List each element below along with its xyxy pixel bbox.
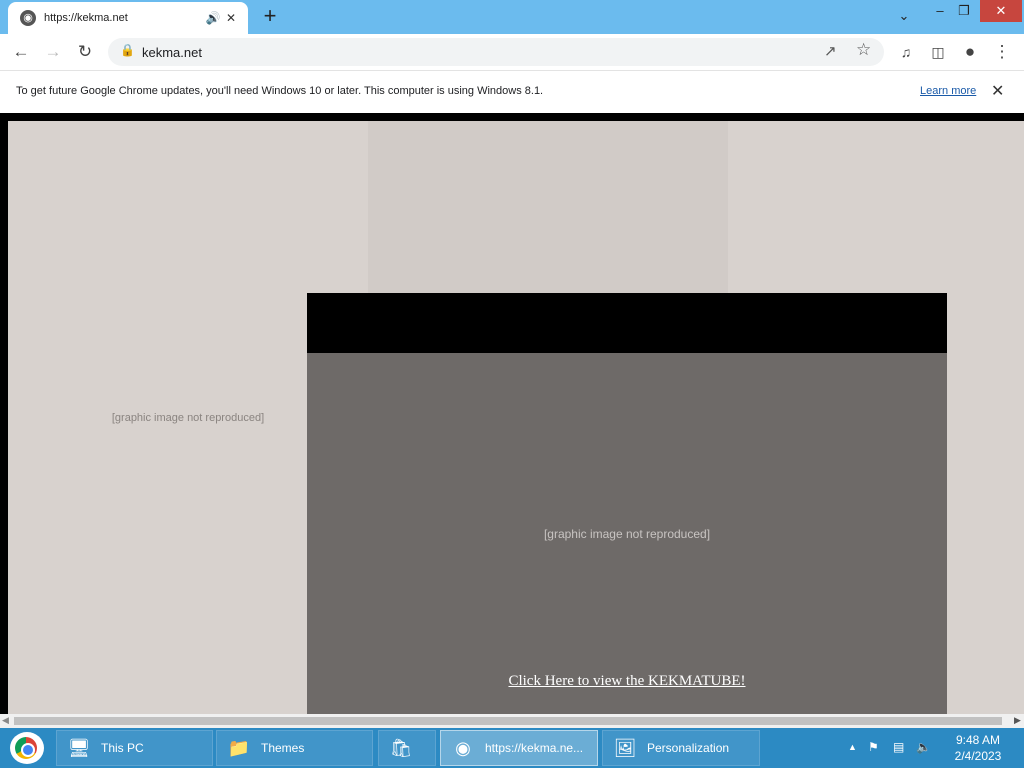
store-icon: 🛍 bbox=[389, 738, 413, 758]
scroll-left-icon[interactable]: ◀ bbox=[2, 715, 9, 726]
taskbar-item-chrome[interactable]: ◉ https://kekma.ne... bbox=[440, 730, 598, 766]
start-chrome-icon[interactable] bbox=[10, 732, 44, 764]
tab-search-chevron-icon[interactable]: ⌄ bbox=[892, 5, 916, 27]
restore-button[interactable]: ❐ bbox=[952, 0, 976, 22]
scrollbar-thumb[interactable] bbox=[14, 717, 1002, 725]
title-bar: ◉ https://kekma.net 🔊 ✕ + ⌄ – ❐ ✕ bbox=[0, 0, 1024, 34]
media-control-icon[interactable]: ♫ bbox=[893, 40, 919, 64]
monitor-icon: 🖥 bbox=[67, 738, 91, 758]
scroll-right-icon[interactable]: ▶ bbox=[1014, 715, 1021, 726]
taskbar-item-this-pc[interactable]: 🖥 This PC bbox=[56, 730, 213, 766]
placeholder-note: [graphic image not reproduced] bbox=[543, 526, 711, 541]
minimize-button[interactable]: – bbox=[928, 0, 952, 22]
bookmark-star-icon[interactable]: ☆ bbox=[856, 40, 871, 60]
update-info-bar: To get future Google Chrome updates, you… bbox=[0, 70, 1024, 113]
system-clock[interactable]: 9:48 AM 2/4/2023 bbox=[944, 732, 1012, 764]
taskbar-item-themes[interactable]: 📁 Themes bbox=[216, 730, 373, 766]
network-icon[interactable]: ▤ bbox=[893, 740, 904, 754]
window-close-button[interactable]: ✕ bbox=[980, 0, 1022, 22]
speaker-icon[interactable]: 🔊 bbox=[204, 11, 222, 25]
horizontal-scrollbar[interactable]: ◀ ▶ bbox=[0, 714, 1024, 728]
clock-time: 9:48 AM bbox=[955, 733, 1001, 747]
taskbar-item-personalization[interactable]: 🖼 Personalization bbox=[602, 730, 760, 766]
tab-close-icon[interactable]: ✕ bbox=[222, 11, 240, 25]
folder-icon: 📁 bbox=[227, 738, 251, 758]
chrome-icon: ◉ bbox=[455, 738, 471, 758]
globe-icon: ◉ bbox=[20, 10, 36, 26]
taskbar-item-label: https://kekma.ne... bbox=[485, 741, 584, 755]
new-tab-button[interactable]: + bbox=[258, 4, 282, 28]
taskbar-item-label: This PC bbox=[101, 741, 144, 755]
taskbar: 🖥 This PC 📁 Themes 🛍 ◉ https://kekma.ne.… bbox=[0, 728, 1024, 768]
volume-icon[interactable]: 🔈 bbox=[916, 740, 931, 754]
overlay-popup[interactable]: [graphic image not reproduced] Click Her… bbox=[307, 293, 947, 714]
address-bar[interactable]: 🔒 kekma.net ↗ ☆ bbox=[108, 38, 884, 66]
action-center-flag-icon[interactable]: ⚑ bbox=[868, 740, 879, 754]
tray-overflow-chevron-icon[interactable]: ▲ bbox=[848, 742, 857, 752]
browser-toolbar: ← → ↻ 🔒 kekma.net ↗ ☆ ♫ ◫ ● ⋮ bbox=[0, 34, 1024, 70]
popup-image-placeholder[interactable]: [graphic image not reproduced] bbox=[307, 353, 947, 714]
taskbar-item-label: Themes bbox=[261, 741, 305, 755]
profile-avatar-icon[interactable]: ● bbox=[957, 40, 983, 64]
forward-arrow-icon[interactable]: → bbox=[40, 40, 66, 64]
tab-title: https://kekma.net bbox=[44, 12, 128, 24]
placeholder-note: [graphic image not reproduced] bbox=[111, 411, 265, 424]
address-url[interactable]: kekma.net bbox=[142, 45, 202, 60]
share-icon[interactable]: ↗ bbox=[824, 42, 837, 60]
info-bar-message: To get future Google Chrome updates, you… bbox=[16, 85, 544, 97]
menu-kebab-icon[interactable]: ⋮ bbox=[989, 40, 1015, 64]
taskbar-item-store[interactable]: 🛍 bbox=[378, 730, 436, 766]
page-viewport: [graphic image not reproduced] [graphic … bbox=[0, 113, 1024, 714]
clock-date: 2/4/2023 bbox=[954, 749, 1002, 763]
learn-more-link[interactable]: Learn more bbox=[920, 85, 976, 97]
taskbar-item-label: Personalization bbox=[647, 741, 730, 755]
back-arrow-icon[interactable]: ← bbox=[8, 40, 34, 64]
lock-icon[interactable]: 🔒 bbox=[120, 43, 135, 57]
kekmatube-link[interactable]: Click Here to view the KEKMATUBE! bbox=[307, 673, 947, 690]
side-panel-icon[interactable]: ◫ bbox=[925, 40, 951, 64]
reload-icon[interactable]: ↻ bbox=[72, 40, 98, 64]
info-bar-close-icon[interactable]: ✕ bbox=[991, 81, 1004, 101]
personalization-icon: 🖼 bbox=[613, 738, 637, 758]
browser-tab[interactable]: ◉ https://kekma.net 🔊 ✕ bbox=[8, 2, 248, 34]
